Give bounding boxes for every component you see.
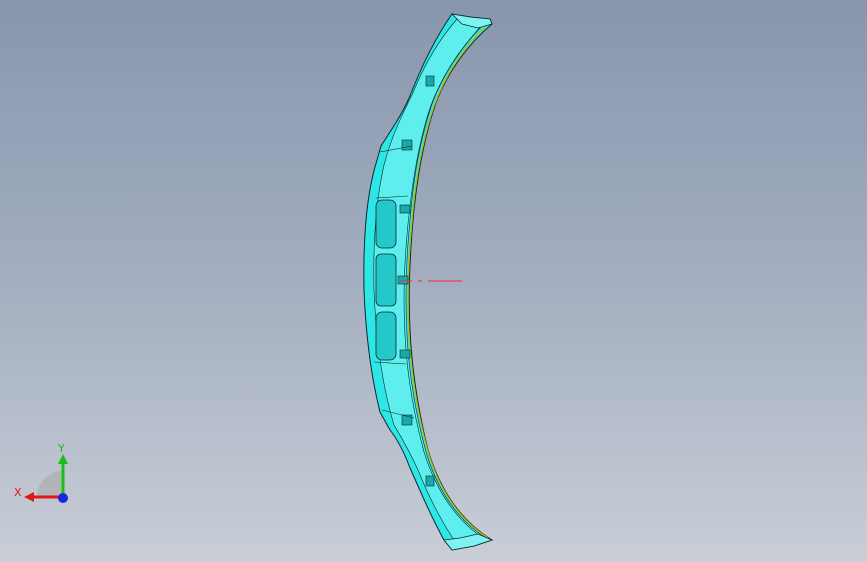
triad-plane-icon [37,471,63,497]
coordinate-triad: X Y [14,442,68,503]
model-view[interactable] [0,0,867,562]
triad-x-label: X [14,486,22,499]
tab-4 [399,349,411,359]
triad-y-label: Y [57,442,65,455]
graphics-viewport[interactable]: X Y [0,0,867,562]
triad-y-arrow-icon [58,454,68,464]
pocket-upper [375,199,397,249]
triad-x-arrow-icon [24,492,34,502]
tab-1 [401,139,413,151]
pocket-lower [375,311,397,361]
tab-3 [397,275,409,285]
pocket-middle [375,253,397,307]
triad-z-dot-icon [58,493,68,503]
tab-7 [425,475,435,487]
tab-2 [399,204,411,214]
tab-6 [425,75,435,87]
bumper-part[interactable] [363,13,494,551]
